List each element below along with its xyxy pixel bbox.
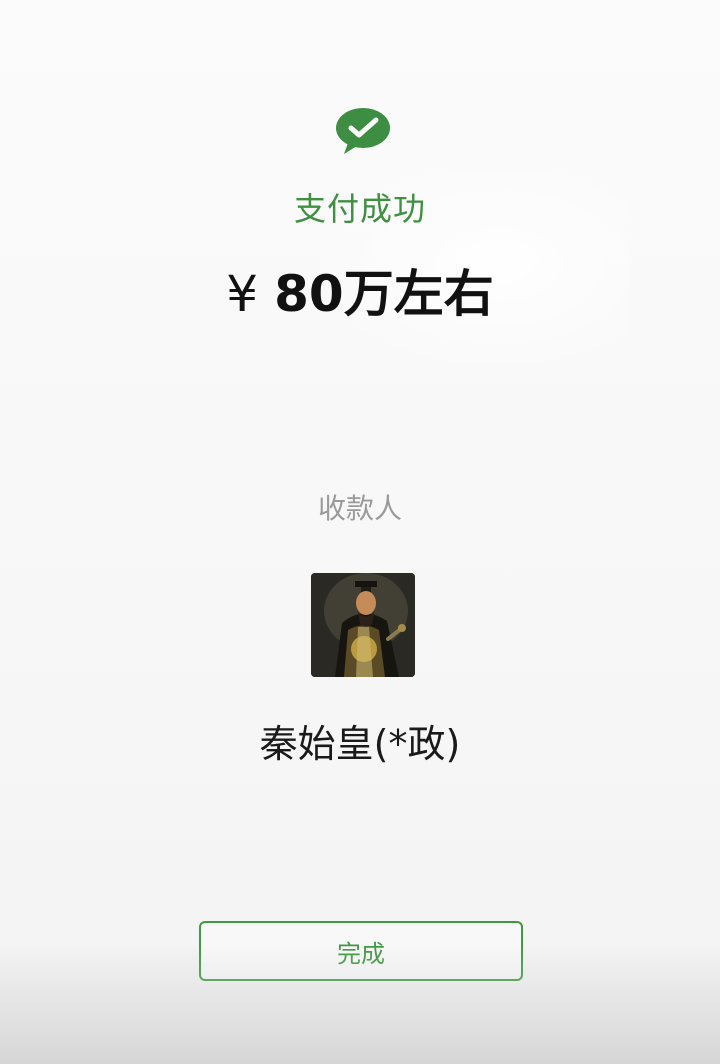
emperor-portrait-image	[311, 573, 415, 677]
payment-status-title: 支付成功	[293, 190, 426, 228]
payment-amount: ¥80万左右	[0, 254, 720, 326]
payee-name: 秦始皇(*政)	[259, 722, 461, 766]
payee-avatar	[311, 573, 415, 677]
payee-label: 收款人	[317, 492, 402, 525]
done-button-label: 完成	[337, 939, 385, 968]
wechat-pay-check-icon	[336, 108, 390, 154]
done-button[interactable]: 完成	[199, 921, 523, 981]
amount-value: 80万左右	[274, 265, 494, 323]
payment-success-screen: 支付成功 ¥80万左右 收款人 秦始皇(*政) 完成	[0, 0, 720, 1064]
currency-symbol: ¥	[226, 265, 259, 323]
